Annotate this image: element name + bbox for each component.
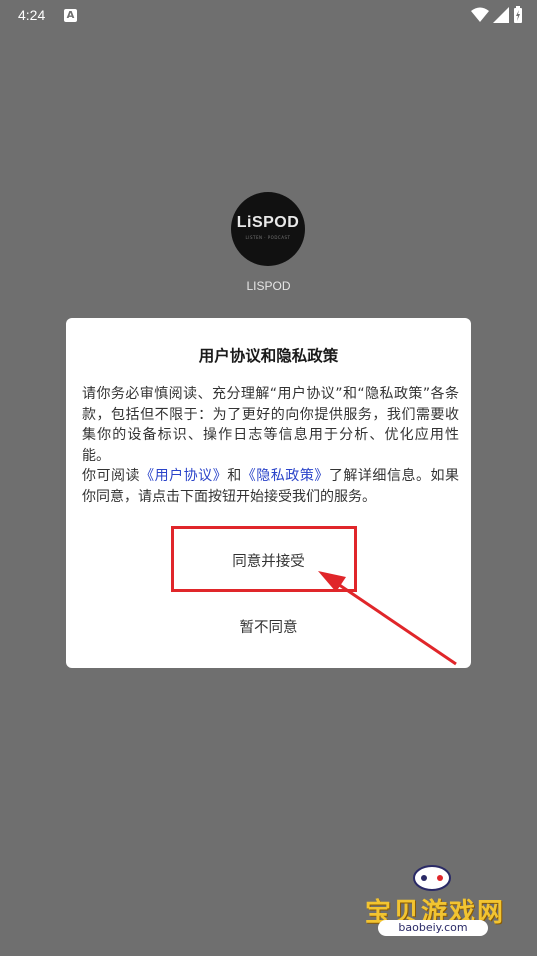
annotation-highlight-box bbox=[171, 526, 357, 592]
logo-tagline: LISTEN · PODCAST bbox=[245, 235, 291, 240]
status-time: 4:24 bbox=[18, 7, 46, 23]
cellular-signal-icon bbox=[493, 7, 509, 23]
body-text: 你可阅读 bbox=[82, 468, 141, 484]
system-icons bbox=[471, 6, 523, 24]
decline-button[interactable]: 暂不同意 bbox=[66, 616, 471, 637]
body-paragraph-1: 请你务必审慎阅读、充分理解“用户协议”和“隐私政策”各条款，包括但不限于：为了更… bbox=[82, 386, 459, 464]
wifi-icon bbox=[471, 7, 489, 22]
logo-wordmark: LiSPOD bbox=[236, 214, 300, 231]
body-text: 和 bbox=[227, 468, 242, 484]
dialog-body: 请你务必审慎阅读、充分理解“用户协议”和“隐私政策”各条款，包括但不限于：为了更… bbox=[82, 384, 459, 507]
gamepad-icon bbox=[413, 865, 451, 891]
app-name: LISPOD bbox=[246, 279, 291, 293]
watermark: 宝贝游戏网 baobeiy.com bbox=[360, 862, 530, 952]
notification-a-icon: A bbox=[64, 9, 77, 22]
watermark-url: baobeiy.com bbox=[378, 920, 488, 936]
privacy-dialog: 用户协议和隐私政策 请你务必审慎阅读、充分理解“用户协议”和“隐私政策”各条款，… bbox=[66, 318, 471, 668]
dialog-title: 用户协议和隐私政策 bbox=[198, 347, 339, 365]
battery-charging-icon bbox=[514, 6, 522, 23]
status-bar: 4:24 A bbox=[0, 0, 537, 32]
user-agreement-link[interactable]: 《用户协议》 bbox=[140, 468, 227, 484]
privacy-policy-link[interactable]: 《隐私政策》 bbox=[242, 468, 329, 484]
app-logo: LiSPOD LISTEN · PODCAST bbox=[231, 192, 305, 266]
